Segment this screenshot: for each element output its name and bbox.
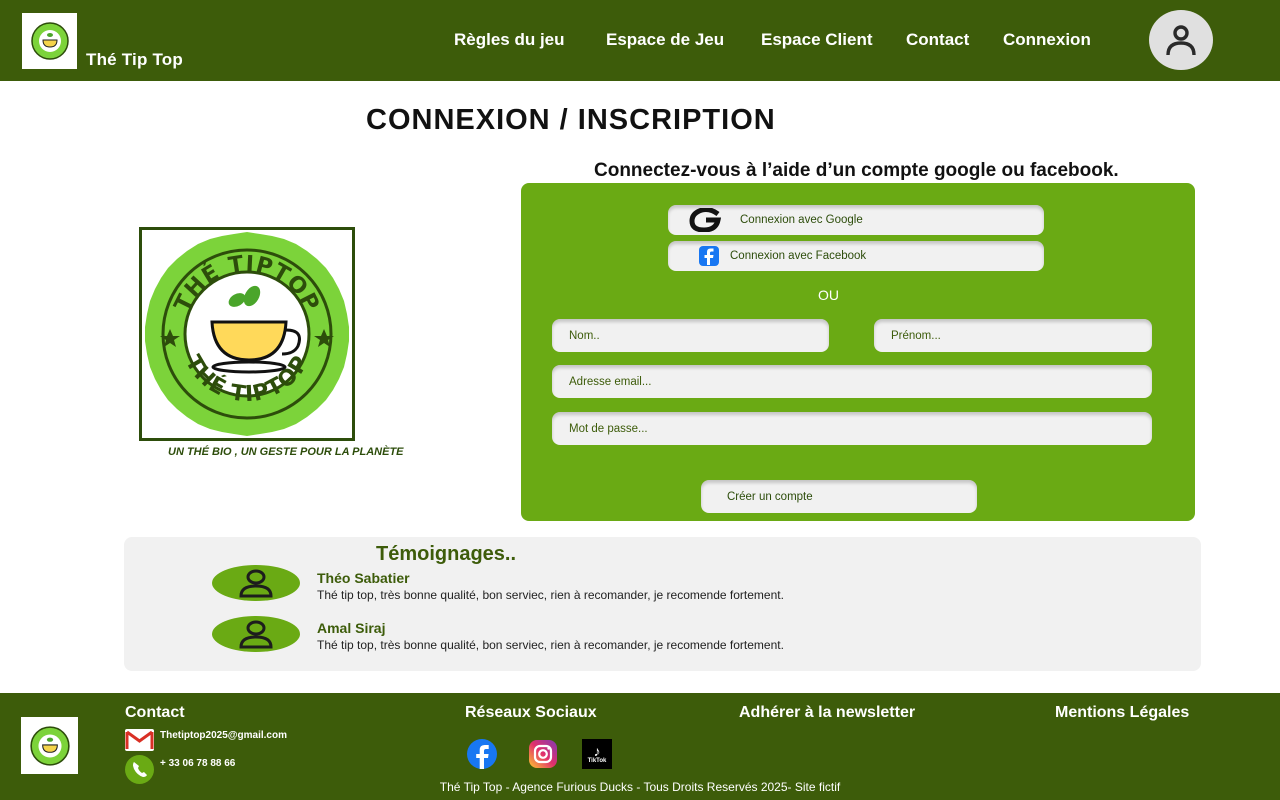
or-separator: OU — [818, 287, 839, 303]
google-login-label: Connexion avec Google — [740, 214, 863, 226]
footer-contact-heading: Contact — [125, 704, 185, 721]
nom-input[interactable] — [552, 319, 829, 352]
testimonial-avatar — [212, 616, 300, 652]
user-icon — [1166, 25, 1196, 56]
footer-email[interactable]: Thetiptop2025@gmail.com — [125, 729, 287, 751]
testimonial-name: Théo Sabatier — [317, 570, 410, 586]
nav-connexion[interactable]: Connexion — [1003, 30, 1091, 50]
testimonials-title: Témoignages.. — [376, 543, 517, 565]
testimonial-text: Thé tip top, très bonne qualité, bon ser… — [317, 588, 784, 602]
nav-regles[interactable]: Règles du jeu — [454, 30, 565, 50]
page-title: CONNEXION / INSCRIPTION — [366, 104, 776, 136]
logo-icon[interactable] — [21, 717, 78, 774]
top-header: Thé Tip Top Règles du jeu Espace de Jeu … — [0, 0, 1280, 81]
facebook-login-button[interactable]: Connexion avec Facebook — [668, 241, 1044, 271]
nav-contact[interactable]: Contact — [906, 30, 969, 50]
nav-espace-client[interactable]: Espace Client — [761, 30, 873, 50]
facebook-login-label: Connexion avec Facebook — [730, 250, 867, 262]
instagram-icon[interactable] — [528, 739, 558, 769]
google-login-button[interactable]: Connexion avec Google — [668, 205, 1044, 235]
tiktok-icon[interactable]: ♪ TikTok — [582, 739, 612, 769]
footer-phone-text: + 33 06 78 88 66 — [160, 758, 236, 769]
testimonials-section: Témoignages.. Théo Sabatier Thé tip top,… — [124, 537, 1201, 671]
user-icon — [239, 620, 273, 649]
gmail-icon — [125, 729, 154, 751]
prenom-input[interactable] — [874, 319, 1152, 352]
logo-icon[interactable] — [22, 13, 77, 69]
signup-panel: Connexion avec Google Connexion avec Fac… — [521, 183, 1195, 521]
footer-email-text: Thetiptop2025@gmail.com — [160, 729, 287, 741]
footer-newsletter-link[interactable]: Adhérer à la newsletter — [739, 704, 915, 722]
footer: Contact Thetiptop2025@gmail.com + 33 06 … — [0, 693, 1280, 800]
google-icon — [689, 208, 722, 232]
password-input[interactable] — [552, 412, 1152, 445]
email-input[interactable] — [552, 365, 1152, 398]
testimonial-text: Thé tip top, très bonne qualité, bon ser… — [317, 638, 784, 652]
user-account-button[interactable] — [1149, 10, 1213, 70]
logo-tagline: UN THÉ BIO , UN GESTE POUR LA PLANÈTE — [168, 446, 404, 458]
nav-espace-jeu[interactable]: Espace de Jeu — [606, 30, 724, 50]
footer-legal-link[interactable]: Mentions Légales — [1055, 704, 1189, 722]
testimonial-name: Amal Siraj — [317, 620, 386, 636]
create-account-button[interactable]: Créer un compte — [701, 480, 977, 513]
brand-name: Thé Tip Top — [86, 50, 183, 69]
facebook-icon — [699, 246, 719, 266]
page-subtitle: Connectez-vous à l’aide d’un compte goog… — [594, 160, 1119, 181]
tiptop-logo: THÉ TIPTOP THÉ TIPTOP — [139, 227, 355, 441]
user-icon — [239, 569, 273, 598]
footer-social-heading: Réseaux Sociaux — [465, 704, 597, 721]
facebook-icon[interactable] — [467, 739, 497, 769]
tiktok-label: TikTok — [587, 757, 607, 764]
copyright-text: Thé Tip Top - Agence Furious Ducks - Tou… — [439, 780, 841, 794]
testimonial-avatar — [212, 565, 300, 601]
